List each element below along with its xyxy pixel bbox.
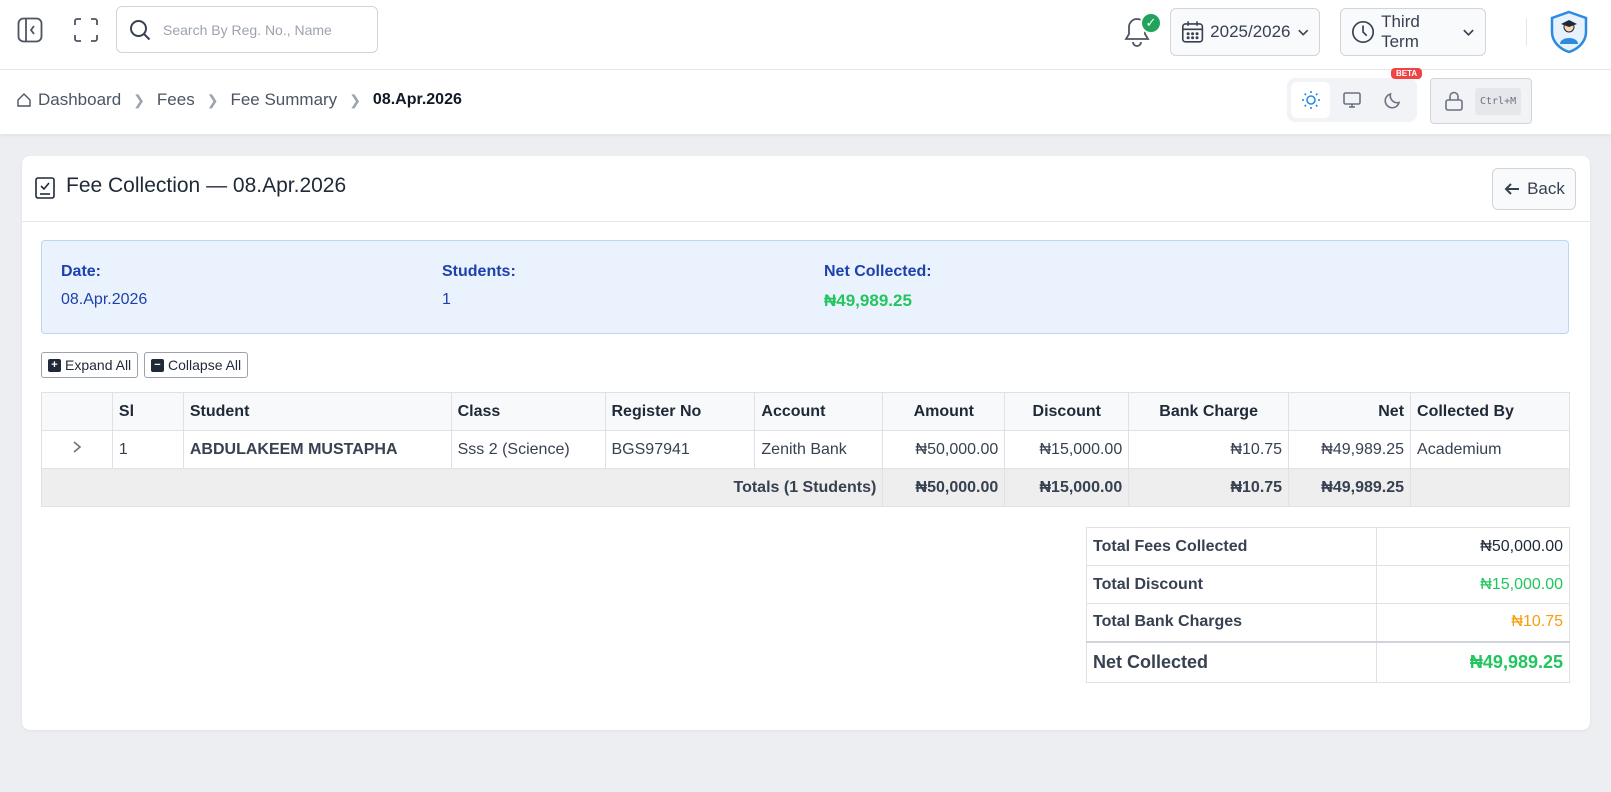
session-value: 2025/2026	[1210, 22, 1291, 41]
home-icon	[17, 93, 31, 107]
summary-row-total-bank-charges: Total Bank Charges ₦10.75	[1086, 603, 1570, 642]
cell-student: ABDULAKEEM MUSTAPHA	[182, 430, 452, 469]
beta-badge: BETA	[1391, 68, 1423, 79]
term-value: Third Term	[1381, 12, 1420, 51]
breadcrumb-item-fee-summary[interactable]: Fee Summary	[230, 90, 337, 110]
session-selector[interactable]: 2025/2026	[1170, 8, 1320, 56]
arrow-left-icon	[1504, 183, 1520, 195]
top-bar: ✓ 2025/2026 Third Term	[0, 0, 1611, 70]
table-row[interactable]: 1 ABDULAKEEM MUSTAPHA Sss 2 (Science) BG…	[41, 430, 1570, 469]
page-title: Fee Collection — 08.Apr.2026	[66, 174, 347, 197]
totals-amount: ₦50,000.00	[882, 468, 1006, 507]
totals-bank-charge: ₦10.75	[1128, 468, 1290, 507]
totals-discount: ₦15,000.00	[1004, 468, 1130, 507]
table-header-row: Sl Student Class Register No Account Amo…	[41, 392, 1570, 431]
cell-account: Zenith Bank	[754, 430, 884, 469]
search-icon	[130, 19, 151, 40]
breadcrumb-item-fees[interactable]: Fees	[157, 90, 195, 110]
notification-badge: ✓	[1140, 12, 1162, 34]
totals-net: ₦49,989.25	[1288, 468, 1412, 507]
col-header-expand	[41, 392, 113, 431]
light-theme-button[interactable]	[1291, 82, 1331, 118]
chevron-down-icon	[1297, 29, 1308, 36]
calendar-icon	[1181, 21, 1204, 43]
col-header-register-no[interactable]: Register No	[604, 392, 756, 431]
summary-row-total-discount: Total Discount ₦15,000.00	[1086, 565, 1570, 604]
search-box[interactable]	[116, 6, 378, 53]
sun-icon	[1301, 91, 1320, 109]
cell-collected-by: Academium	[1410, 430, 1570, 469]
col-header-discount[interactable]: Discount	[1004, 392, 1130, 431]
cell-sl: 1	[111, 430, 184, 469]
divider	[1526, 18, 1527, 46]
receipt-check-icon	[35, 177, 55, 199]
info-net-collected: Net Collected: ₦49,989.25	[824, 263, 932, 310]
cell-class: Sss 2 (Science)	[450, 430, 606, 469]
chevron-right-icon: ❯	[133, 91, 145, 108]
breadcrumb-bar: Dashboard ❯ Fees ❯ Fee Summary ❯ 08.Apr.…	[0, 68, 1611, 134]
minus-square-icon: −	[151, 358, 164, 372]
col-header-class[interactable]: Class	[450, 392, 606, 431]
totals-empty	[1410, 468, 1570, 507]
breadcrumb-item-dashboard[interactable]: Dashboard	[16, 90, 121, 110]
info-students: Students: 1	[442, 263, 516, 308]
fullscreen-icon[interactable]	[72, 16, 100, 44]
chevron-down-icon	[1463, 29, 1474, 36]
col-header-student[interactable]: Student	[182, 392, 452, 431]
fee-collection-card: Fee Collection — 08.Apr.2026 Back Date: …	[22, 156, 1590, 730]
term-selector[interactable]: Third Term	[1340, 8, 1486, 56]
theme-switcher	[1287, 78, 1417, 122]
cell-net: ₦49,989.25	[1288, 430, 1412, 469]
dark-theme-button[interactable]	[1374, 82, 1413, 118]
chevron-right-icon: ❯	[206, 91, 219, 108]
summary-row-total-fees: Total Fees Collected ₦50,000.00	[1086, 527, 1570, 566]
card-header: Fee Collection — 08.Apr.2026 Back	[22, 156, 1590, 222]
lock-screen-button[interactable]: Ctrl+M	[1430, 78, 1532, 124]
expand-all-button[interactable]: + Expand All	[41, 352, 139, 378]
school-logo-icon[interactable]	[1548, 10, 1592, 54]
collection-info-box: Date: 08.Apr.2026 Students: 1 Net Collec…	[41, 240, 1569, 334]
cell-discount: ₦15,000.00	[1004, 430, 1130, 469]
col-header-collected-by[interactable]: Collected By	[1410, 392, 1570, 431]
moon-icon	[1384, 92, 1401, 109]
cell-bank-charge: ₦10.75	[1128, 430, 1290, 469]
col-header-sl[interactable]: Sl	[111, 392, 184, 431]
cell-amount: ₦50,000.00	[882, 430, 1006, 469]
fee-collection-table: Sl Student Class Register No Account Amo…	[40, 392, 1570, 507]
expand-row-chevron-icon[interactable]	[41, 430, 113, 469]
lock-icon	[1445, 91, 1463, 111]
cell-register-no: BGS97941	[604, 430, 756, 469]
monitor-icon	[1343, 92, 1361, 108]
breadcrumb-current: 08.Apr.2026	[372, 91, 462, 108]
collapse-all-button[interactable]: − Collapse All	[144, 352, 249, 378]
shortcut-hint: Ctrl+M	[1475, 87, 1522, 115]
plus-square-icon: +	[48, 358, 61, 372]
col-header-bank-charge[interactable]: Bank Charge	[1128, 392, 1290, 431]
clock-icon	[1352, 20, 1375, 44]
system-theme-button[interactable]	[1332, 82, 1371, 118]
col-header-amount[interactable]: Amount	[882, 392, 1006, 431]
sidebar-toggle-icon[interactable]	[16, 16, 44, 44]
breadcrumb: Dashboard ❯ Fees ❯ Fee Summary ❯ 08.Apr.…	[16, 90, 462, 110]
summary-table: Total Fees Collected ₦50,000.00 Total Di…	[1086, 527, 1570, 683]
search-input[interactable]	[163, 21, 373, 38]
info-date: Date: 08.Apr.2026	[61, 263, 148, 308]
back-button[interactable]: Back	[1492, 168, 1576, 210]
summary-row-net-collected: Net Collected ₦49,989.25	[1086, 640, 1570, 683]
col-header-net[interactable]: Net	[1288, 392, 1412, 431]
chevron-right-icon: ❯	[349, 91, 361, 108]
totals-label: Totals (1 Students)	[40, 468, 884, 507]
col-header-account[interactable]: Account	[754, 392, 884, 431]
totals-row: Totals (1 Students) ₦50,000.00 ₦15,000.0…	[40, 468, 1570, 507]
